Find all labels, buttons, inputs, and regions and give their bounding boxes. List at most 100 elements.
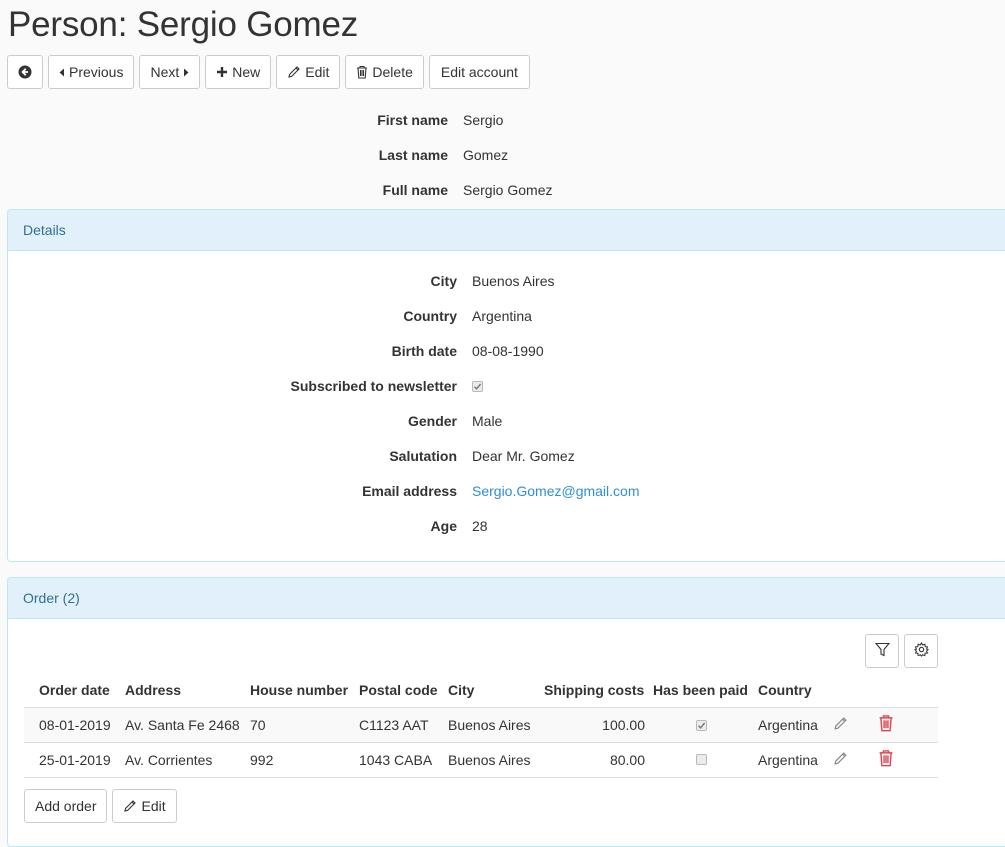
toolbar: Previous Next New Edit Delete Edit accou… [7,55,530,89]
row-delete-icon[interactable] [878,750,894,770]
row-edit-icon[interactable] [833,751,848,769]
cell-country: Argentina [754,742,829,778]
cell-country: Argentina [754,707,829,743]
field-country: Country Argentina [8,298,1005,333]
field-label: Gender [407,412,457,429]
cell-has-been-paid [649,707,754,743]
cell-city: Buenos Aires [444,742,540,778]
paid-checkbox [696,719,707,731]
column-header[interactable]: Shipping costs [540,673,649,708]
column-header[interactable]: Country [754,673,829,708]
field-label: Email address [362,482,457,499]
field-newsletter: Subscribed to newsletter [8,368,1005,403]
actions-header [874,673,938,708]
field-label: First name [377,111,448,128]
field-label: Salutation [389,447,457,464]
field-value: 28 [472,517,488,534]
previous-label: Previous [69,64,124,80]
column-header[interactable]: Order date [24,673,121,708]
column-header[interactable]: City [444,673,540,708]
field-value: Male [472,412,503,429]
column-header[interactable]: Has been paid [649,673,754,708]
new-button[interactable]: New [205,55,272,89]
field-label: Full name [382,181,448,198]
next-label: Next [150,64,180,80]
field-value: Dear Mr. Gomez [472,447,575,464]
cell-delete [874,742,938,778]
new-label: New [232,64,261,80]
field-label: Birth date [391,342,457,359]
next-button[interactable]: Next [139,55,201,89]
add-order-label: Add order [35,798,97,814]
actions-header [829,673,874,708]
field-salutation: Salutation Dear Mr. Gomez [8,438,1005,473]
plus-icon [216,66,228,78]
field-value: 08-08-1990 [472,342,544,359]
field-birth-date: Birth date 08-08-1990 [8,333,1005,368]
filter-icon [874,642,890,660]
field-label: Age [430,517,457,534]
orders-table: Order date Address House number Postal c… [24,673,938,778]
field-value [472,378,483,394]
field-full-name: Full name Sergio Gomez [0,172,1005,207]
cell-postal-code: C1123 AAT [355,707,444,743]
cell-delete [874,707,938,743]
column-header[interactable]: Postal code [355,673,444,708]
orders-edit-button[interactable]: Edit [112,789,177,823]
row-delete-icon[interactable] [878,715,894,735]
field-label: Last name [378,146,448,163]
field-label: Subscribed to newsletter [290,377,457,394]
details-body: City Buenos Aires Country Argentina Birt… [8,251,1005,543]
edit-label: Edit [305,64,330,80]
back-circle-icon [18,65,32,79]
column-header[interactable]: Address [121,673,246,708]
person-fields: First name Sergio Last name Gomez Full n… [0,102,1005,207]
orders-panel: Order (2) Order date Address House numbe… [7,577,1005,847]
newsletter-checkbox [472,380,483,392]
paid-checkbox [696,753,707,765]
back-button[interactable] [7,55,43,89]
grid-tools [865,634,938,668]
field-age: Age 28 [8,508,1005,543]
column-header[interactable]: House number [246,673,355,708]
details-heading: Details [8,210,1005,251]
add-order-button[interactable]: Add order [24,789,108,823]
delete-label: Delete [372,64,413,80]
cell-shipping-costs: 100.00 [540,707,649,743]
table-row[interactable]: 08-01-2019 Av. Santa Fe 2468 70 C1123 AA… [24,707,938,743]
trash-icon [356,65,368,79]
check-icon [698,722,706,729]
caret-left-icon [59,68,65,77]
field-label: Country [403,307,457,324]
settings-button[interactable] [904,634,938,668]
details-panel: Details City Buenos Aires Country Argent… [7,209,1005,562]
orders-edit-label: Edit [141,798,166,814]
edit-button[interactable]: Edit [276,55,341,89]
delete-button[interactable]: Delete [345,55,424,89]
previous-button[interactable]: Previous [48,55,135,89]
cell-city: Buenos Aires [444,707,540,743]
caret-right-icon [183,68,189,77]
field-gender: Gender Male [8,403,1005,438]
field-first-name: First name Sergio [0,102,1005,137]
field-email: Email address Sergio.Gomez@gmail.com [8,473,1005,508]
page-title: Person: Sergio Gomez [8,5,359,44]
field-value: Sergio [463,111,504,128]
pencil-icon [123,799,137,813]
field-last-name: Last name Gomez [0,137,1005,172]
gear-icon [913,641,929,660]
row-edit-icon[interactable] [833,716,848,734]
field-value: Buenos Aires [472,272,555,289]
cell-house-number: 992 [246,742,355,778]
field-value: Argentina [472,307,532,324]
table-row[interactable]: 25-01-2019 Av. Corrientes 992 1043 CABA … [24,742,938,778]
email-link[interactable]: Sergio.Gomez@gmail.com [472,483,640,499]
edit-account-button[interactable]: Edit account [428,55,530,89]
table-header-row: Order date Address House number Postal c… [24,673,938,708]
filter-button[interactable] [865,634,899,668]
cell-order-date: 08-01-2019 [24,707,121,743]
field-value: Gomez [463,146,509,163]
orders-heading: Order (2) [8,578,1005,619]
cell-house-number: 70 [246,707,355,743]
cell-address: Av. Corrientes [121,742,246,778]
